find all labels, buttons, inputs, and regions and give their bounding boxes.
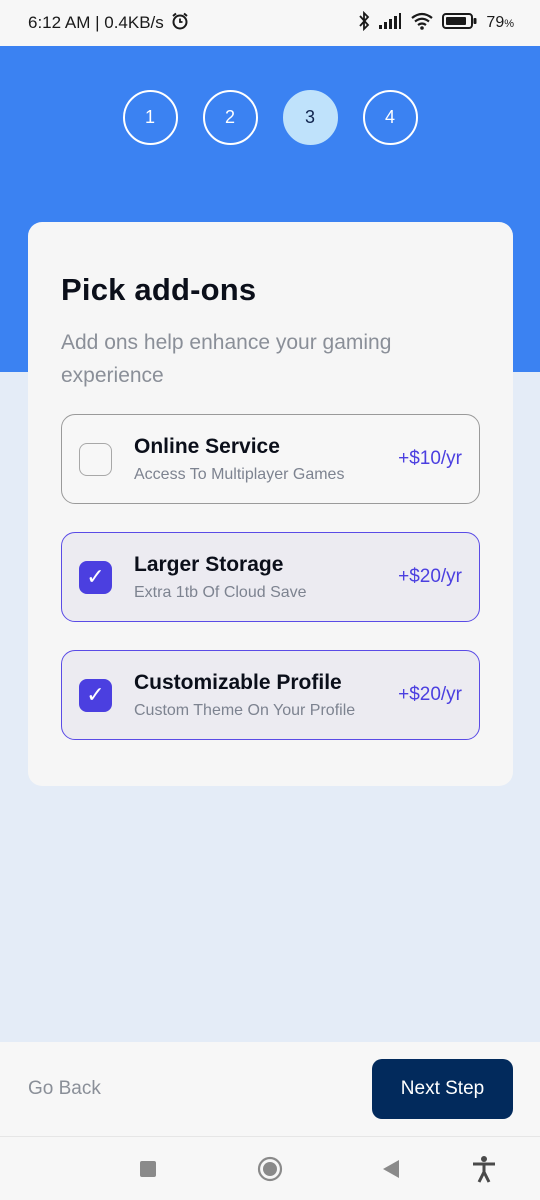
addon-name: Larger Storage — [134, 552, 284, 576]
addon-description: Custom Theme On Your Profile — [134, 701, 356, 719]
footer-bar: Go Back Next Step — [0, 1042, 540, 1136]
addon-checkbox[interactable]: ✓ — [79, 560, 112, 594]
addon-name: Online Service — [134, 434, 280, 458]
status-right: 79% — [358, 10, 514, 36]
addon-text: Online Service Access To Multiplayer Gam… — [134, 435, 398, 484]
addon-price: +$20/yr — [398, 684, 462, 705]
system-nav-bar — [0, 1136, 540, 1200]
next-step-button[interactable]: Next Step — [372, 1059, 513, 1119]
addon-customizable-profile[interactable]: ✓ Customizable Profile Custom Theme On Y… — [61, 650, 480, 740]
alarm-icon — [170, 11, 190, 36]
addon-description: Access To Multiplayer Games — [134, 465, 345, 483]
page-title: Pick add-ons — [61, 272, 257, 307]
step-3[interactable]: 3 — [282, 90, 338, 145]
recents-icon[interactable] — [138, 1155, 158, 1183]
addons-card: Pick add-ons Add ons help enhance your g… — [28, 222, 513, 786]
status-bar: 6:12 AM | 0.4KB/s 79% — [0, 0, 540, 46]
addon-price: +$20/yr — [398, 566, 462, 587]
addon-description: Extra 1tb Of Cloud Save — [134, 583, 307, 601]
addon-price: +$10/yr — [398, 448, 462, 469]
step-indicator: 1 2 3 4 — [0, 90, 540, 145]
battery-level: 79% — [486, 14, 514, 31]
addon-larger-storage[interactable]: ✓ Larger Storage Extra 1tb Of Cloud Save… — [61, 532, 480, 622]
addon-text: Customizable Profile Custom Theme On You… — [134, 671, 398, 720]
accessibility-icon[interactable] — [470, 1155, 498, 1183]
back-icon[interactable] — [380, 1155, 402, 1183]
addon-checkbox[interactable]: ✓ — [79, 678, 112, 712]
status-time: 6:12 AM | 0.4KB/s — [28, 13, 164, 32]
wifi-icon — [410, 12, 434, 35]
addon-name: Customizable Profile — [134, 670, 342, 694]
step-4[interactable]: 4 — [362, 90, 418, 145]
addon-checkbox[interactable] — [79, 442, 112, 476]
bluetooth-icon — [358, 10, 370, 36]
addon-online-service[interactable]: Online Service Access To Multiplayer Gam… — [61, 414, 480, 504]
addon-list: Online Service Access To Multiplayer Gam… — [61, 414, 480, 740]
step-2[interactable]: 2 — [202, 90, 258, 145]
battery-icon — [442, 12, 478, 35]
addon-text: Larger Storage Extra 1tb Of Cloud Save — [134, 553, 398, 602]
status-left: 6:12 AM | 0.4KB/s — [28, 11, 190, 36]
signal-icon — [378, 12, 402, 35]
page-subtitle: Add ons help enhance your gaming experie… — [61, 331, 392, 387]
home-icon[interactable] — [256, 1155, 284, 1183]
go-back-button[interactable]: Go Back — [28, 1078, 101, 1100]
step-1[interactable]: 1 — [122, 90, 178, 145]
